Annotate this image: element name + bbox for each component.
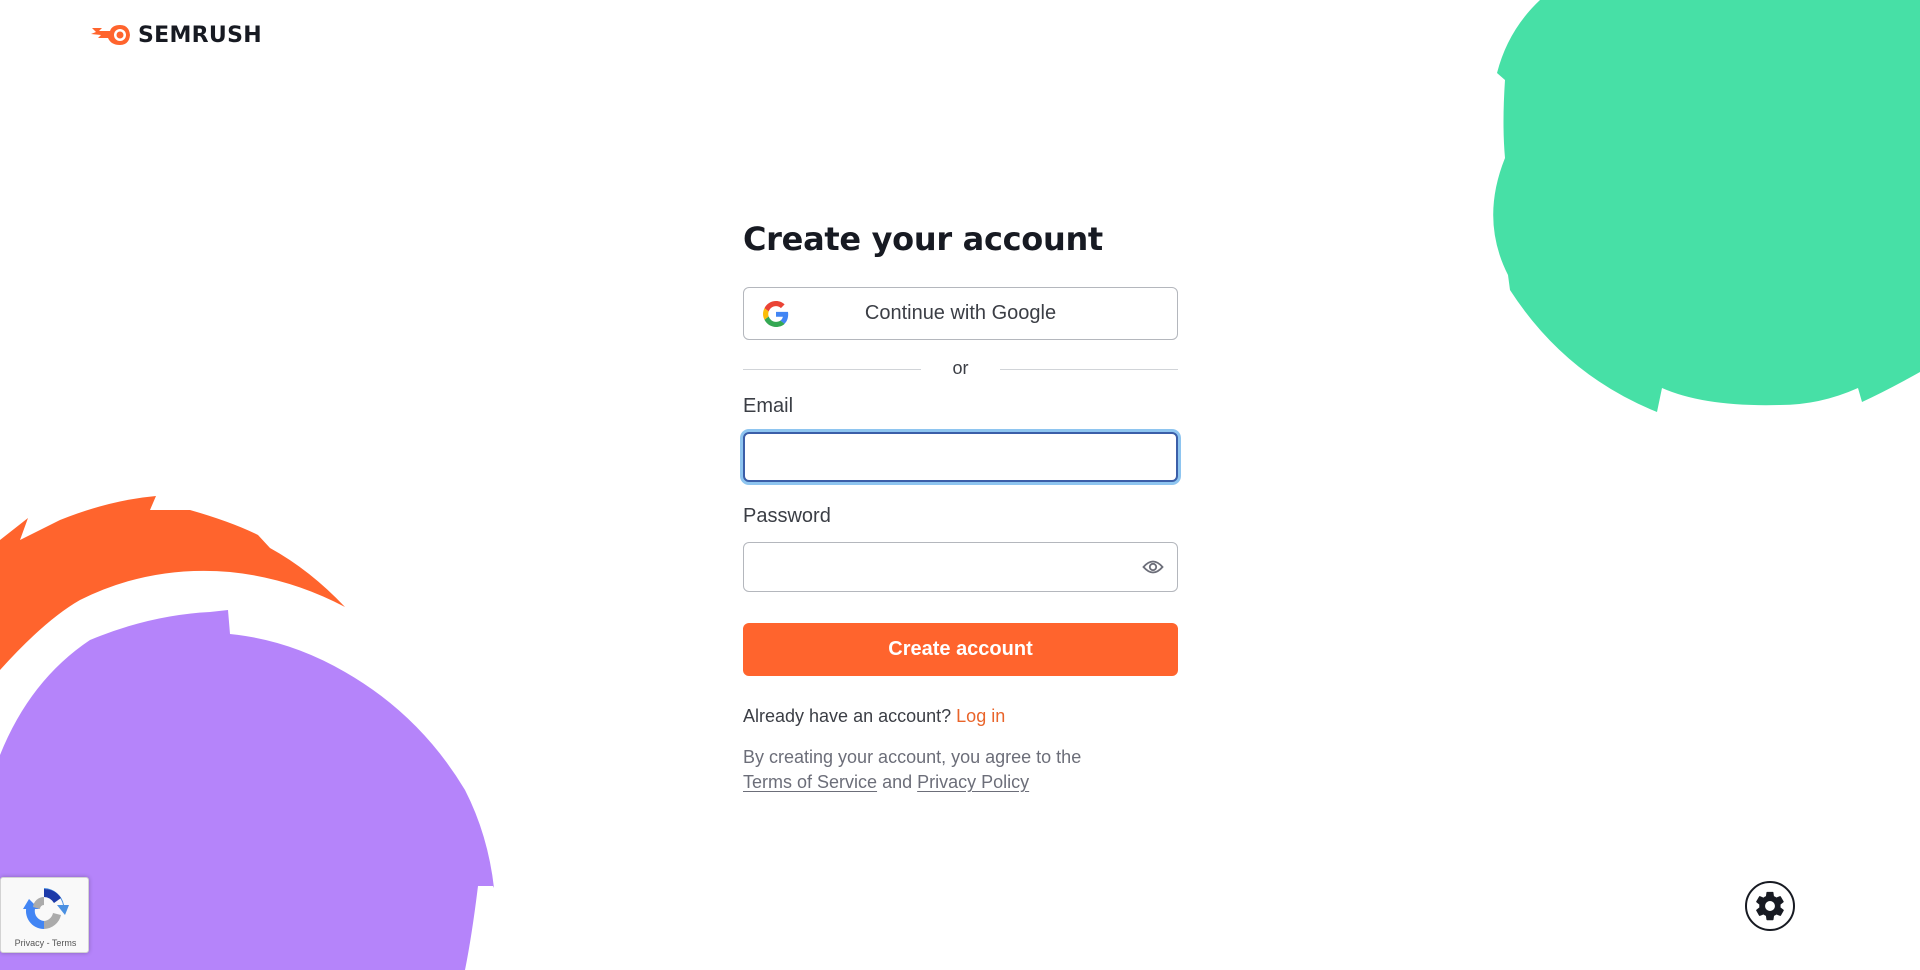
orange-decorative-flame — [0, 496, 345, 670]
create-account-button[interactable]: Create account — [743, 623, 1178, 676]
eye-icon[interactable] — [1142, 558, 1164, 576]
continue-with-google-button[interactable]: Continue with Google — [743, 287, 1178, 340]
password-input[interactable] — [743, 542, 1178, 592]
gear-icon — [1756, 891, 1784, 921]
recaptcha-privacy-terms[interactable]: Privacy - Terms — [1, 938, 90, 948]
background-decorations — [0, 0, 1920, 970]
email-label: Email — [743, 395, 794, 417]
legal-notice: By creating your account, you agree to t… — [743, 745, 1178, 795]
settings-button[interactable] — [1745, 881, 1795, 931]
recaptcha-icon — [23, 888, 69, 929]
login-prompt-text: Already have an account? — [743, 706, 952, 726]
brand-name: SEMRUSH — [138, 22, 262, 48]
legal-conjunction: and — [882, 772, 913, 792]
signup-form: Create your account Continue with Google… — [743, 218, 1178, 792]
legal-prefix: By creating your account, you agree to t… — [743, 747, 1082, 767]
login-prompt: Already have an account? Log in — [743, 706, 1005, 727]
password-label: Password — [743, 505, 831, 527]
log-in-link[interactable]: Log in — [956, 706, 1005, 726]
or-divider: or — [743, 358, 1178, 378]
semrush-flame-icon — [91, 25, 130, 45]
semrush-logo[interactable]: SEMRUSH — [90, 22, 262, 48]
google-g-icon — [763, 301, 789, 327]
google-button-label: Continue with Google — [864, 302, 1057, 324]
email-input[interactable] — [743, 432, 1178, 482]
terms-of-service-link[interactable]: Terms of Service — [743, 772, 877, 792]
page-title: Create your account — [743, 220, 1103, 258]
green-decorative-blob — [1493, 0, 1920, 412]
privacy-policy-link[interactable]: Privacy Policy — [917, 772, 1029, 792]
recaptcha-badge[interactable]: Privacy - Terms — [0, 877, 89, 953]
divider-line-right — [1000, 369, 1178, 370]
